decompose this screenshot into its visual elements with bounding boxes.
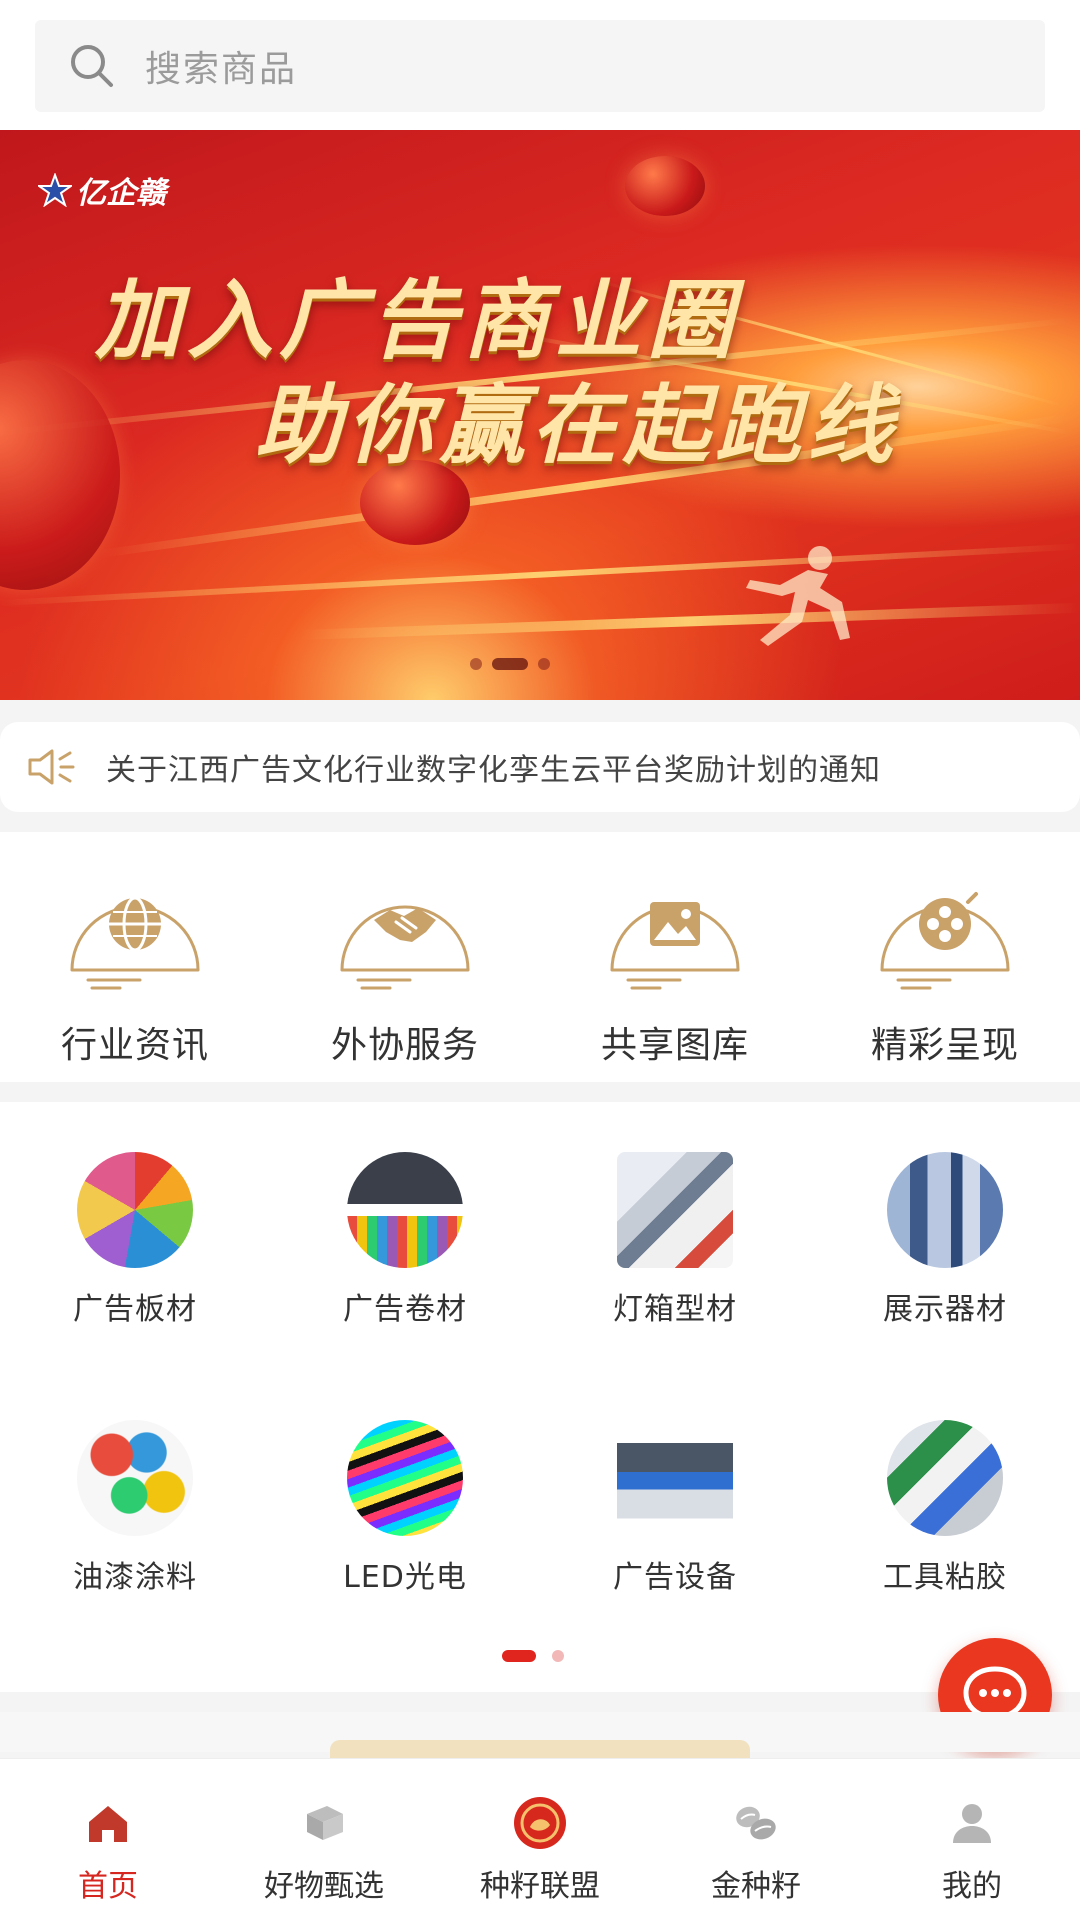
tab-profile[interactable]: 我的 — [864, 1759, 1080, 1921]
search-input[interactable]: 搜索商品 — [35, 20, 1045, 112]
tab-label: 首页 — [78, 1869, 138, 1904]
service-highlights[interactable]: 精彩呈现 — [810, 862, 1080, 1068]
service-grid: 行业资讯 外协服务 共享图库 精彩呈现 — [0, 832, 1080, 1082]
category-label: 油漆涂料 — [73, 1560, 197, 1595]
printer-thumb — [617, 1420, 733, 1536]
service-label: 精彩呈现 — [870, 1025, 1019, 1066]
image-icon — [610, 902, 740, 990]
box-icon — [296, 1795, 352, 1851]
bottom-tab-bar: 首页 好物甄选 种籽联盟 金种籽 我的 — [0, 1758, 1080, 1921]
tab-label: 种籽联盟 — [480, 1869, 600, 1904]
tab-selected-goods[interactable]: 好物甄选 — [216, 1759, 432, 1921]
notice-bar[interactable]: 关于江西广告文化行业数字化孪生云平台奖励计划的通知 — [0, 722, 1080, 812]
category-label: 广告设备 — [613, 1560, 737, 1595]
roll-material-thumb — [347, 1152, 463, 1268]
category-roll-material[interactable]: 广告卷材 — [270, 1152, 540, 1328]
seeds-icon — [728, 1795, 784, 1851]
brand-logo: 亿企赣 — [38, 168, 166, 212]
tools-thumb — [887, 1420, 1003, 1536]
alliance-logo-icon — [512, 1795, 568, 1851]
next-section-peek — [0, 1712, 1080, 1760]
category-equipment[interactable]: 广告设备 — [540, 1420, 810, 1596]
category-display-stand[interactable]: 展示器材 — [810, 1152, 1080, 1328]
search-placeholder: 搜索商品 — [145, 49, 298, 90]
tab-alliance[interactable]: 种籽联盟 — [432, 1759, 648, 1921]
service-label: 行业资讯 — [60, 1025, 209, 1066]
speaker-icon — [28, 749, 75, 785]
category-label: 广告板材 — [73, 1292, 197, 1327]
tab-label: 好物甄选 — [264, 1869, 384, 1904]
banner-headline-2: 助你赢在起跑线 — [255, 376, 899, 476]
paint-thumb — [77, 1420, 193, 1536]
category-lightbox-profile[interactable]: 灯箱型材 — [540, 1152, 810, 1328]
category-paint[interactable]: 油漆涂料 — [0, 1420, 270, 1596]
service-industry-news[interactable]: 行业资讯 — [0, 862, 270, 1068]
logo-text: 亿企赣 — [76, 176, 166, 211]
category-label: 展示器材 — [883, 1292, 1007, 1327]
tab-label: 金种籽 — [711, 1869, 801, 1904]
banner-dot[interactable] — [538, 658, 550, 670]
page-dot-active[interactable] — [502, 1650, 536, 1662]
handshake-icon — [340, 905, 470, 990]
top-bar: 搜索商品 — [0, 0, 1080, 130]
notice-text: 关于江西广告文化行业数字化孪生云平台奖励计划的通知 — [106, 753, 881, 788]
star-logo-icon — [38, 173, 72, 207]
category-label: 广告卷材 — [343, 1292, 467, 1327]
led-thumb — [347, 1420, 463, 1536]
page-dot[interactable] — [552, 1650, 564, 1662]
banner-dot[interactable] — [470, 658, 482, 670]
tab-golden-seed[interactable]: 金种籽 — [648, 1759, 864, 1921]
search-icon — [57, 31, 127, 101]
service-label: 共享图库 — [600, 1025, 749, 1066]
tab-label: 我的 — [942, 1869, 1002, 1904]
runner-silhouette — [746, 546, 850, 646]
category-grid: 广告板材 广告卷材 灯箱型材 展示器材 油漆涂料 LED光电 广告设备 工具粘胶 — [0, 1102, 1080, 1692]
lightbox-profile-thumb — [617, 1152, 733, 1268]
display-stand-thumb — [887, 1152, 1003, 1268]
user-icon — [944, 1795, 1000, 1851]
service-shared-gallery[interactable]: 共享图库 — [540, 862, 810, 1068]
service-outsourcing[interactable]: 外协服务 — [270, 862, 540, 1068]
home-icon — [80, 1795, 136, 1851]
banner-dot-active[interactable] — [492, 658, 528, 670]
banner-pagination — [470, 658, 550, 670]
promo-banner[interactable]: 亿企赣 加入广告商业圈 助你赢在起跑线 — [0, 130, 1080, 700]
film-reel-icon — [880, 892, 1010, 990]
sheet-material-thumb — [77, 1152, 193, 1268]
service-label: 外协服务 — [330, 1025, 479, 1066]
category-label: 灯箱型材 — [613, 1292, 737, 1327]
category-led[interactable]: LED光电 — [270, 1420, 540, 1596]
category-sheet-material[interactable]: 广告板材 — [0, 1152, 270, 1328]
category-tools-glue[interactable]: 工具粘胶 — [810, 1420, 1080, 1596]
tab-home[interactable]: 首页 — [0, 1759, 216, 1921]
category-label: LED光电 — [343, 1560, 467, 1595]
category-pagination — [502, 1650, 564, 1662]
globe-icon — [70, 896, 200, 990]
category-label: 工具粘胶 — [883, 1560, 1007, 1595]
